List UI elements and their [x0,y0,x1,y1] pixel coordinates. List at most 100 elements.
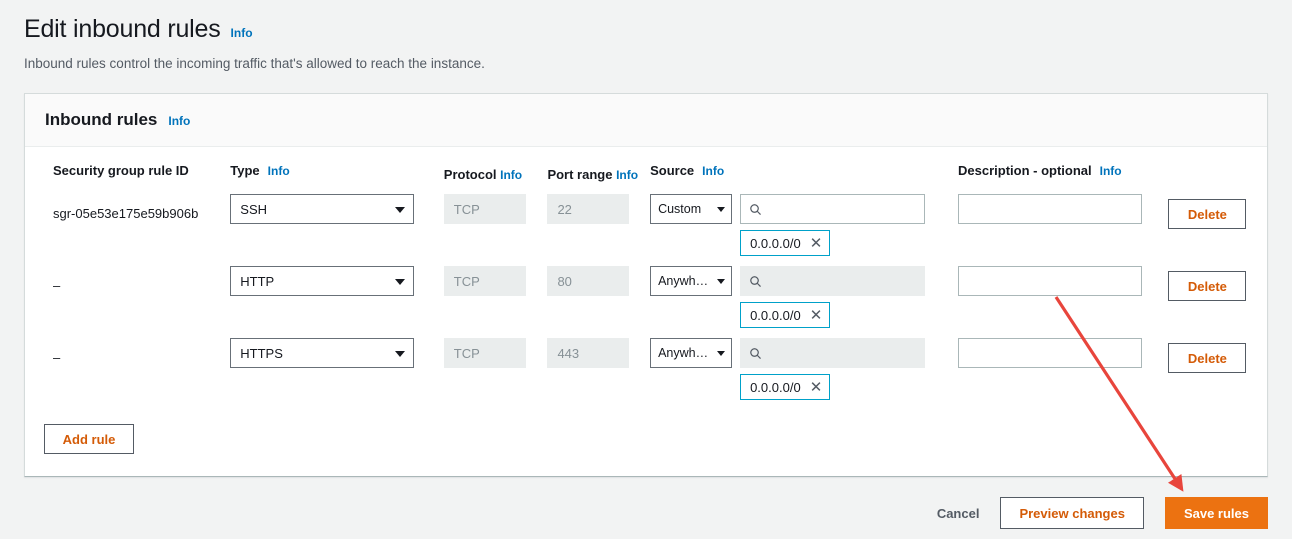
delete-rule-button[interactable]: Delete [1168,271,1247,301]
cell-source: Anywh… 0.0.0.0/0 ✕ [650,266,958,338]
card-header: Inbound rules Info [25,94,1267,147]
port-range-field: 443 [547,338,630,368]
chevron-down-icon [395,351,406,357]
type-select-value: HTTPS [240,345,283,361]
page-title-info-link[interactable]: Info [231,26,253,40]
chevron-down-icon [395,207,406,213]
table-header-row: Security group rule ID Type Info Protoco… [25,147,1267,194]
column-header-protocol: Protocol Info [444,147,548,194]
column-header-description-label: Description - optional [958,163,1092,178]
source-search-input[interactable] [740,338,926,368]
column-header-source-label: Source [650,163,695,178]
inbound-rules-table: Security group rule ID Type Info Protoco… [25,147,1267,410]
chevron-down-icon [717,279,726,284]
protocol-info-link[interactable]: Info [500,168,522,182]
table-row: sgr-05e53e175e59b906b SSH TCP 22 Custom 0.0.0… [25,194,1267,266]
type-info-link[interactable]: Info [268,164,290,178]
type-select-value: SSH [240,201,268,217]
cell-port-range: 80 [547,266,650,338]
protocol-field: TCP [443,266,526,296]
add-rule-container: Add rule [25,410,1267,476]
source-type-select[interactable]: Anywh… [650,338,733,368]
card-title-info-link[interactable]: Info [168,114,190,128]
column-header-port-range-label: Port range [547,167,613,182]
cell-description [958,194,1168,266]
chevron-down-icon [717,207,726,212]
source-search-input[interactable] [740,266,926,296]
type-select[interactable]: SSH [230,194,415,224]
type-select[interactable]: HTTP [230,266,415,296]
preview-changes-button[interactable]: Preview changes [1000,497,1144,529]
inbound-rules-card: Inbound rules Info Security group rule I… [24,93,1268,477]
page-title: Edit inbound rules [24,15,221,43]
save-rules-button[interactable]: Save rules [1164,497,1268,529]
source-cidr-token-label: 0.0.0.0/0 [750,235,801,251]
cell-source: Anywh… 0.0.0.0/0 ✕ [650,338,958,410]
cell-type: HTTP [230,266,444,338]
source-cidr-token[interactable]: 0.0.0.0/0 ✕ [740,230,831,256]
cell-description [958,266,1168,338]
source-cidr-token-label: 0.0.0.0/0 [750,307,801,323]
cell-type: HTTPS [230,338,444,410]
page-title-row: Edit inbound rules Info [24,14,1292,44]
column-header-type-label: Type [230,163,260,178]
type-select-value: HTTP [240,273,275,289]
cell-port-range: 22 [547,194,650,266]
add-rule-button[interactable]: Add rule [44,424,134,454]
rule-id-value: sgr-05e53e175e59b906b [53,206,199,221]
source-type-value: Anywh… [658,274,709,288]
cancel-button[interactable]: Cancel [937,506,980,521]
source-info-link[interactable]: Info [702,164,724,178]
close-icon[interactable]: ✕ [810,308,823,323]
description-input[interactable] [958,266,1142,296]
port-range-field: 80 [547,266,630,296]
description-input[interactable] [958,194,1142,224]
close-icon[interactable]: ✕ [810,236,823,251]
cell-protocol: TCP [443,266,548,338]
cell-port-range: 443 [547,338,650,410]
protocol-field: TCP [443,194,526,224]
search-icon [749,275,762,288]
rule-id-value: – [53,278,61,293]
cell-actions: Delete [1168,266,1267,338]
cell-description [958,338,1168,410]
rule-id-value: – [53,350,61,365]
delete-rule-button[interactable]: Delete [1168,343,1247,373]
delete-rule-button[interactable]: Delete [1168,199,1247,229]
cell-protocol: TCP [443,194,548,266]
table-head: Security group rule ID Type Info Protoco… [25,147,1267,194]
column-header-type: Type Info [230,147,444,194]
description-input[interactable] [958,338,1142,368]
description-info-link[interactable]: Info [1100,164,1122,178]
cell-type: SSH [230,194,444,266]
close-icon[interactable]: ✕ [810,380,823,395]
source-cidr-token-label: 0.0.0.0/0 [750,379,801,395]
source-cidr-token[interactable]: 0.0.0.0/0 ✕ [740,374,831,400]
port-range-field: 22 [547,194,630,224]
source-type-select[interactable]: Custom [650,194,733,224]
column-header-description: Description - optional Info [958,147,1168,194]
column-header-rule-id-label: Security group rule ID [53,163,189,178]
cell-rule-id: sgr-05e53e175e59b906b [25,194,230,266]
column-header-protocol-label: Protocol [443,167,497,182]
type-select[interactable]: HTTPS [230,338,415,368]
table-row: – HTTP TCP 80 Anywh… 0.0.0.0/0 ✕ Delete [25,266,1267,338]
source-search-input[interactable] [740,194,926,224]
table-row: – HTTPS TCP 443 Anywh… 0.0.0.0/0 ✕ Delete [25,338,1267,410]
cell-protocol: TCP [443,338,548,410]
page-header: Edit inbound rules Info Inbound rules co… [0,0,1292,73]
search-icon [749,203,762,216]
source-type-select[interactable]: Anywh… [650,266,733,296]
column-header-source: Source Info [650,147,958,194]
search-icon [749,347,762,360]
source-cidr-token[interactable]: 0.0.0.0/0 ✕ [740,302,831,328]
cell-rule-id: – [25,338,230,410]
protocol-field: TCP [443,338,526,368]
cell-actions: Delete [1168,194,1267,266]
table-body: sgr-05e53e175e59b906b SSH TCP 22 Custom 0.0.0… [25,194,1267,410]
port-range-info-link[interactable]: Info [616,168,638,182]
edit-inbound-rules-page: Edit inbound rules Info Inbound rules co… [0,0,1292,539]
source-type-value: Anywh… [658,346,709,360]
page-description: Inbound rules control the incoming traff… [24,56,485,71]
column-header-port-range: Port range Info [547,147,650,194]
